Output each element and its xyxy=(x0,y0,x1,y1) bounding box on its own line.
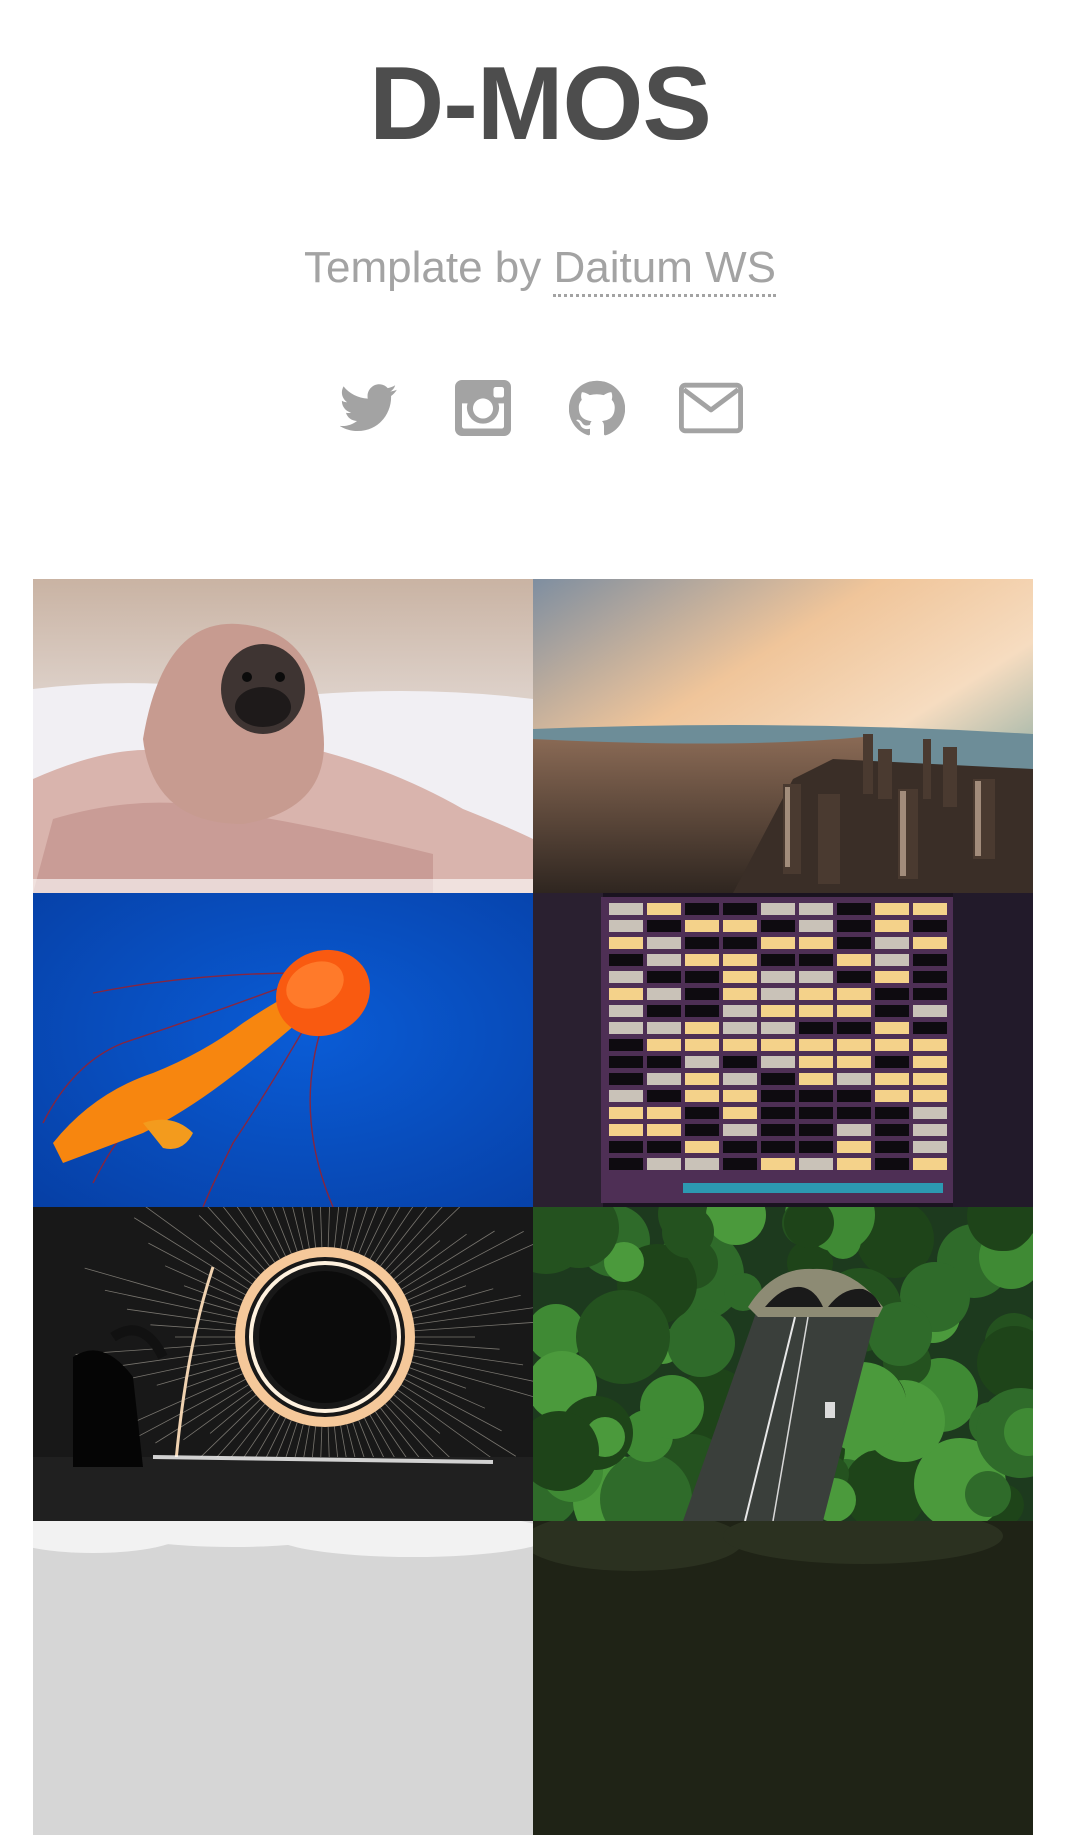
gallery-item-city-sunset[interactable] xyxy=(533,579,1033,893)
gallery-item-light-circle[interactable] xyxy=(33,1207,533,1521)
site-title[interactable]: D-MOS xyxy=(0,52,1080,156)
city-sunset-photo xyxy=(533,579,1033,893)
twitter-icon[interactable] xyxy=(337,376,401,440)
envelope-icon[interactable] xyxy=(679,376,743,440)
photo-gallery xyxy=(33,579,1033,1835)
social-links xyxy=(0,376,1080,440)
dark-forest-photo xyxy=(533,1521,1033,1835)
clouds-photo xyxy=(33,1521,533,1835)
pug-photo xyxy=(33,579,533,893)
gallery-item-office-night[interactable] xyxy=(533,893,1033,1207)
gallery-item-forest-tunnel[interactable] xyxy=(533,1207,1033,1521)
jellyfish-photo xyxy=(33,893,533,1207)
github-icon[interactable] xyxy=(565,376,629,440)
site-subtitle: Template by Daitum WS xyxy=(0,243,1080,297)
office-night-photo xyxy=(533,893,1033,1207)
forest-tunnel-photo xyxy=(533,1207,1033,1521)
gallery-item-clouds[interactable] xyxy=(33,1521,533,1835)
gallery-item-jellyfish[interactable] xyxy=(33,893,533,1207)
instagram-icon[interactable] xyxy=(451,376,515,440)
subtitle-prefix: Template by xyxy=(304,243,542,292)
author-link[interactable]: Daitum WS xyxy=(553,243,776,297)
gallery-item-dark-forest[interactable] xyxy=(533,1521,1033,1835)
light-circle-photo xyxy=(33,1207,533,1521)
page-header: D-MOS Template by Daitum WS xyxy=(0,0,1080,440)
gallery-item-pug[interactable] xyxy=(33,579,533,893)
